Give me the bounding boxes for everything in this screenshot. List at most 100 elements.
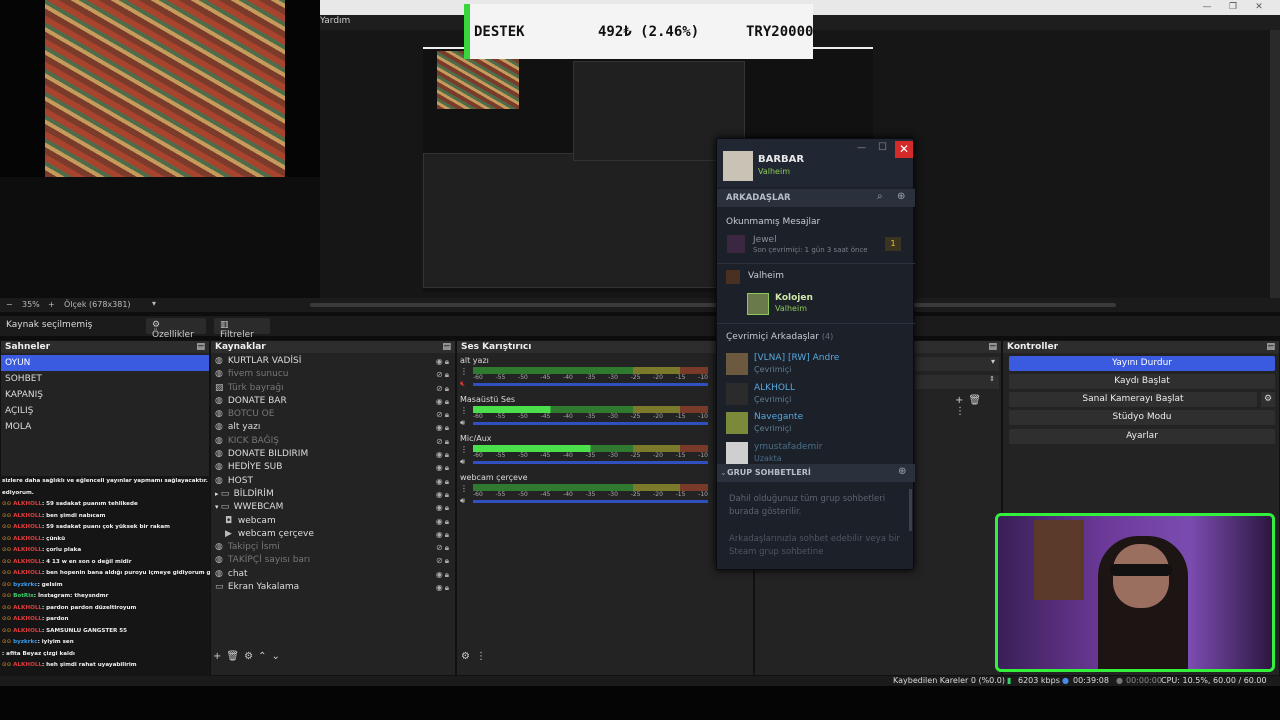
studio-mode-button[interactable]: Stüdyo Modu xyxy=(1009,410,1275,425)
user-avatar[interactable] xyxy=(723,151,753,181)
game-friend-name[interactable]: Kolojen xyxy=(775,293,813,303)
scene-item-sohbet[interactable]: SOHBET xyxy=(1,371,209,387)
search-icon[interactable]: ⌕ xyxy=(877,191,883,202)
preview-scrollbar[interactable] xyxy=(1270,30,1280,298)
add-transition-icon[interactable]: + xyxy=(955,395,968,406)
dock-menu-icon[interactable]: ▤ xyxy=(196,341,205,353)
scene-item-mola[interactable]: MOLA xyxy=(1,419,209,435)
minimize-icon[interactable]: — xyxy=(1196,0,1218,14)
lock-icon[interactable]: 🔒︎ xyxy=(445,477,451,486)
dock-menu-icon[interactable]: ▤ xyxy=(1266,341,1275,353)
lock-icon[interactable]: 🔒︎ xyxy=(445,517,451,526)
lock-icon[interactable]: 🔒︎ xyxy=(445,450,451,459)
lock-icon[interactable]: 🔒︎ xyxy=(445,503,451,512)
source-item[interactable]: ◍ alt yazı ◉🔒︎ xyxy=(211,421,455,434)
lock-icon[interactable]: 🔒︎ xyxy=(445,410,451,419)
steam-username[interactable]: BARBAR xyxy=(758,154,804,165)
scene-item-acilis[interactable]: AÇILIŞ xyxy=(1,403,209,419)
channel-menu-icon[interactable]: ⋮ xyxy=(460,445,468,454)
source-item[interactable]: ▨ Türk bayrağı ⊘🔒︎ xyxy=(211,382,455,395)
visibility-eye-icon[interactable]: ⊘ xyxy=(436,384,445,393)
source-item[interactable]: ◍ DONATE BILDIRIM ◉🔒︎ xyxy=(211,448,455,461)
source-item[interactable]: ◍ fivem sunucu ⊘🔒︎ xyxy=(211,368,455,381)
lock-icon[interactable]: 🔒︎ xyxy=(445,556,451,565)
mixer-menu-icon[interactable]: ⋮ xyxy=(476,651,492,662)
volume-slider[interactable] xyxy=(473,383,708,386)
lock-icon[interactable]: 🔒︎ xyxy=(445,583,451,592)
online-friend[interactable]: ALKHOLL Çevrimiçi xyxy=(717,381,915,407)
visibility-eye-icon[interactable]: ⊘ xyxy=(436,410,445,419)
visibility-eye-icon[interactable]: ◉ xyxy=(436,490,445,499)
lock-icon[interactable]: 🔒︎ xyxy=(445,423,451,432)
lock-icon[interactable]: 🔒︎ xyxy=(445,384,451,393)
speaker-icon[interactable]: 🔇︎ xyxy=(460,379,465,389)
channel-menu-icon[interactable]: ⋮ xyxy=(460,406,468,415)
move-down-icon[interactable]: ⌄ xyxy=(271,651,284,662)
lock-icon[interactable]: 🔒︎ xyxy=(445,463,451,472)
visibility-eye-icon[interactable]: ◉ xyxy=(436,570,445,579)
zoom-in-button[interactable]: + xyxy=(48,300,55,309)
mixer-settings-icon[interactable]: ⚙ xyxy=(461,651,476,662)
lock-icon[interactable]: 🔒︎ xyxy=(445,370,451,379)
volume-slider[interactable] xyxy=(473,500,708,503)
move-up-icon[interactable]: ⌃ xyxy=(258,651,271,662)
source-item[interactable]: ▾ ▭ WWEBCAM ◉🔒︎ xyxy=(211,501,455,514)
scale-dropdown-icon[interactable]: ▾ xyxy=(152,299,156,308)
steam-close-button[interactable]: ✕ xyxy=(895,141,913,158)
source-item[interactable]: ◍ TAKİPÇİ sayısı barı ⊘🔒︎ xyxy=(211,554,455,567)
visibility-eye-icon[interactable]: ⊘ xyxy=(436,543,445,552)
visibility-eye-icon[interactable]: ◉ xyxy=(436,503,445,512)
duration-spinner[interactable]: ⇕ xyxy=(915,375,999,389)
unread-name[interactable]: Jewel xyxy=(753,235,777,245)
lock-icon[interactable]: 🔒︎ xyxy=(445,397,451,406)
source-item[interactable]: ◍ HEDİYE SUB ◉🔒︎ xyxy=(211,461,455,474)
visibility-eye-icon[interactable]: ◉ xyxy=(436,397,445,406)
properties-button[interactable]: ⚙ Özellikler xyxy=(146,318,206,340)
online-friend[interactable]: ymustafademir Uzakta xyxy=(717,440,915,466)
filters-button[interactable]: ▥ Filtreler xyxy=(214,318,270,340)
source-item[interactable]: ▶ webcam çerçeve ◉🔒︎ xyxy=(211,528,455,541)
visibility-eye-icon[interactable]: ◉ xyxy=(436,477,445,486)
transition-select[interactable]: ▾ xyxy=(915,357,999,371)
scene-item-oyun[interactable]: OYUN xyxy=(1,355,209,371)
add-source-icon[interactable]: + xyxy=(213,651,226,662)
channel-menu-icon[interactable]: ⋮ xyxy=(460,484,468,493)
channel-menu-icon[interactable]: ⋮ xyxy=(460,367,468,376)
visibility-eye-icon[interactable]: ◉ xyxy=(436,463,445,472)
transition-menu-icon[interactable]: ⋮ xyxy=(955,406,970,417)
start-recording-button[interactable]: Kaydı Başlat xyxy=(1009,374,1275,389)
scene-item-kapanis[interactable]: KAPANIŞ xyxy=(1,387,209,403)
remove-transition-icon[interactable]: 🗑 xyxy=(968,395,986,406)
source-settings-icon[interactable]: ⚙ xyxy=(244,651,258,662)
source-item[interactable]: ▸ ▭ BİLDİRİM ◉🔒︎ xyxy=(211,488,455,501)
start-virtual-camera-button[interactable]: Sanal Kamerayı Başlat xyxy=(1009,392,1257,407)
volume-slider[interactable] xyxy=(473,422,708,425)
volume-slider[interactable] xyxy=(473,461,708,464)
visibility-eye-icon[interactable]: ⊘ xyxy=(436,556,445,565)
source-item[interactable]: ◍ KICK BAĞIŞ ⊘🔒︎ xyxy=(211,435,455,448)
source-item[interactable]: ◍ KURTLAR VADİSİ ◉🔒︎ xyxy=(211,355,455,368)
speaker-icon[interactable]: 🔊︎ xyxy=(460,457,465,467)
lock-icon[interactable]: 🔒︎ xyxy=(445,570,451,579)
lock-icon[interactable]: 🔒︎ xyxy=(445,530,451,539)
source-item[interactable]: ◍ HOST ◉🔒︎ xyxy=(211,475,455,488)
visibility-eye-icon[interactable]: ◉ xyxy=(436,517,445,526)
lock-icon[interactable]: 🔒︎ xyxy=(445,437,451,446)
source-item[interactable]: ◍ Takipçi İsmi ⊘🔒︎ xyxy=(211,541,455,554)
horizontal-scrollbar[interactable] xyxy=(310,303,1116,307)
remove-source-icon[interactable]: 🗑 xyxy=(226,651,244,662)
online-friend[interactable]: Navegante Çevrimiçi xyxy=(717,410,915,436)
steam-maximize-icon[interactable]: ☐ xyxy=(878,142,887,153)
source-item[interactable]: ◍ BOTCU OE ⊘🔒︎ xyxy=(211,408,455,421)
visibility-eye-icon[interactable]: ◉ xyxy=(436,530,445,539)
collapse-icon[interactable]: ⌄ xyxy=(720,468,727,477)
visibility-eye-icon[interactable]: ◉ xyxy=(436,583,445,592)
online-friend[interactable]: [VLNA] [RW] Andre Çevrimiçi xyxy=(717,351,915,377)
speaker-icon[interactable]: 🔊︎ xyxy=(460,418,465,428)
steam-scrollbar[interactable] xyxy=(909,489,912,531)
lock-icon[interactable]: 🔒︎ xyxy=(445,490,451,499)
menu-help[interactable]: Yardım xyxy=(320,16,350,26)
dock-menu-icon[interactable]: ▤ xyxy=(988,341,997,353)
virtual-camera-settings-icon[interactable]: ⚙ xyxy=(1261,392,1275,407)
visibility-eye-icon[interactable]: ⊘ xyxy=(436,437,445,446)
